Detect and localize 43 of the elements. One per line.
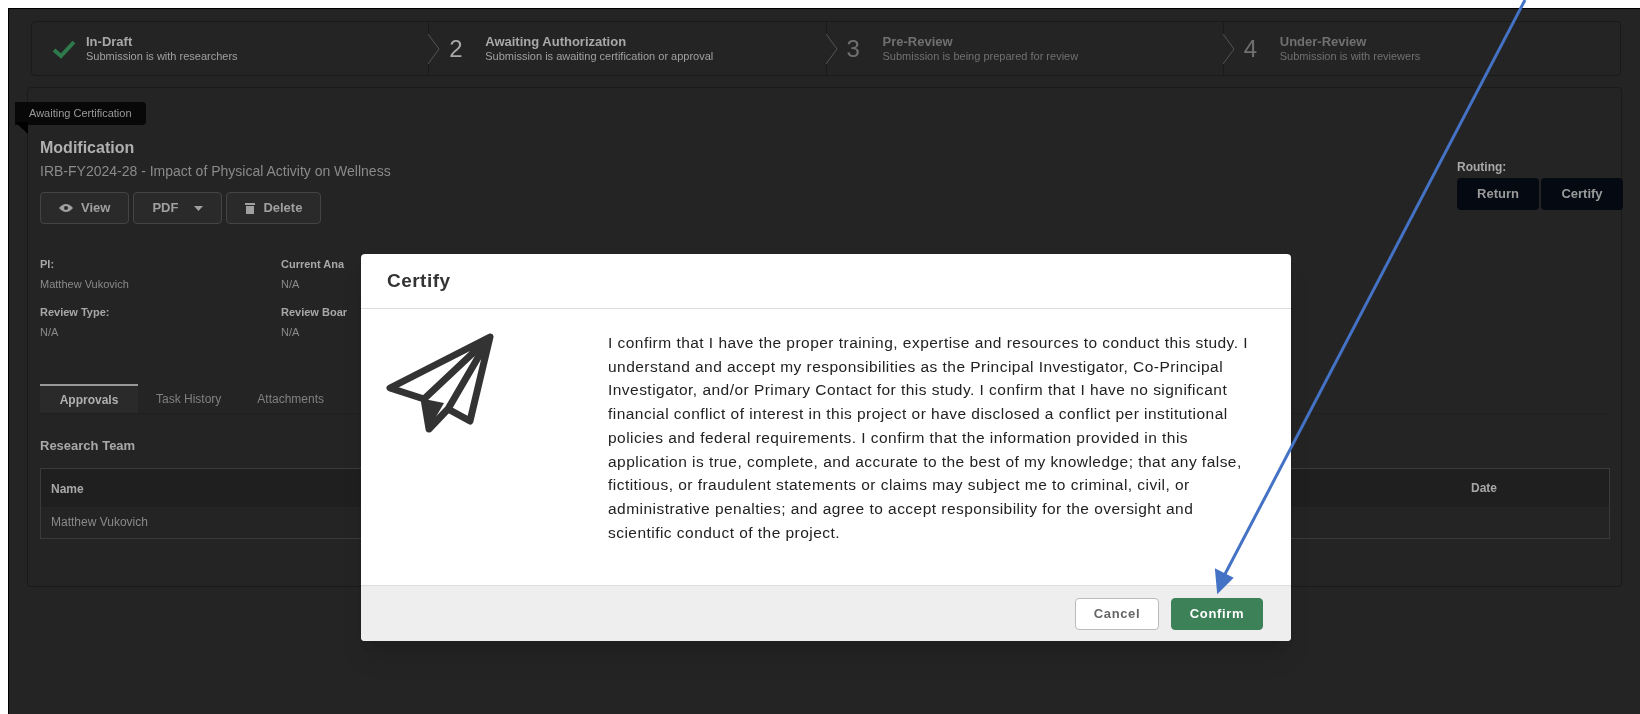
step-title: Under-Review	[1279, 33, 1368, 50]
step-number: 2	[449, 33, 464, 64]
step-title: In-Draft	[86, 33, 134, 50]
step-subtitle: Submission is awaiting certification or approval	[485, 49, 714, 64]
cancel-button[interactable]: Cancel	[1075, 597, 1159, 630]
dialog-title: Certify	[387, 268, 451, 293]
tab[interactable]: Attachments	[239, 384, 343, 413]
confirm-button[interactable]: Confirm	[1171, 597, 1263, 630]
field-value: N/A	[40, 325, 59, 340]
record-title: IRB-FY2024-28 - Impact of Physical Activity on Wellness	[40, 162, 391, 181]
record-type: Modification	[40, 138, 135, 158]
field-label: Review Boar	[281, 305, 348, 320]
certification-statement: I confirm that I have the proper training, expertise and resources to conduct this study. I understand and accept my responsibilities as the Principal Investigator, Co-Principal Investigator, and/or Primary Contact for this study. I confirm that I have no significant financial conflict of interest in this project or have disclosed a conflict per institutional policies and federal requirements. I confirm that the information provided in this application is true, complete, and accurate to the best of my knowledge; that any false, fictitious, or fraudulent statements or claims may subject me to criminal, civil, or administrative penalties; and agree to accept responsibility for the oversight and scientific conduct of the project.	[608, 333, 1249, 543]
field-label: PI:	[40, 257, 55, 272]
field-value: Matthew Vukovich	[40, 277, 129, 292]
caret-icon	[194, 205, 204, 211]
step-title: Awaiting Authorization	[485, 33, 628, 50]
step-subtitle: Submission is being prepared for review	[882, 49, 1079, 64]
routing-button[interactable]: Certify	[1541, 178, 1623, 210]
delete-button[interactable]: Delete	[226, 192, 322, 224]
step-number: 3	[846, 33, 861, 64]
view-button[interactable]: View	[40, 192, 130, 224]
column-header: Date	[1471, 479, 1497, 497]
ribbon-fold	[15, 122, 28, 134]
routing-label: Routing:	[1457, 159, 1507, 176]
step-number: 4	[1243, 33, 1259, 64]
status-ribbon: Awaiting Certification	[15, 102, 146, 125]
step-subtitle: Submission is with researchers	[86, 49, 238, 64]
field-label: Current Ana	[281, 257, 345, 272]
step-title: Pre-Review	[882, 33, 954, 50]
step-subtitle: Submission is with reviewers	[1279, 49, 1421, 64]
tab[interactable]: Approvals	[40, 384, 138, 413]
trash-icon	[245, 202, 256, 214]
routing-button[interactable]: Return	[1457, 178, 1539, 210]
tab[interactable]: Task History	[138, 384, 240, 413]
field-label: Review Type:	[40, 305, 110, 320]
column-header: Name	[51, 481, 84, 496]
section-title: Research Team	[40, 437, 136, 455]
eye-icon	[59, 203, 73, 213]
table-cell-text: Matthew Vukovich	[51, 514, 148, 531]
field-value: N/A	[281, 325, 300, 340]
field-value: N/A	[281, 277, 300, 292]
dropdown-button[interactable]: PDF	[133, 192, 223, 224]
